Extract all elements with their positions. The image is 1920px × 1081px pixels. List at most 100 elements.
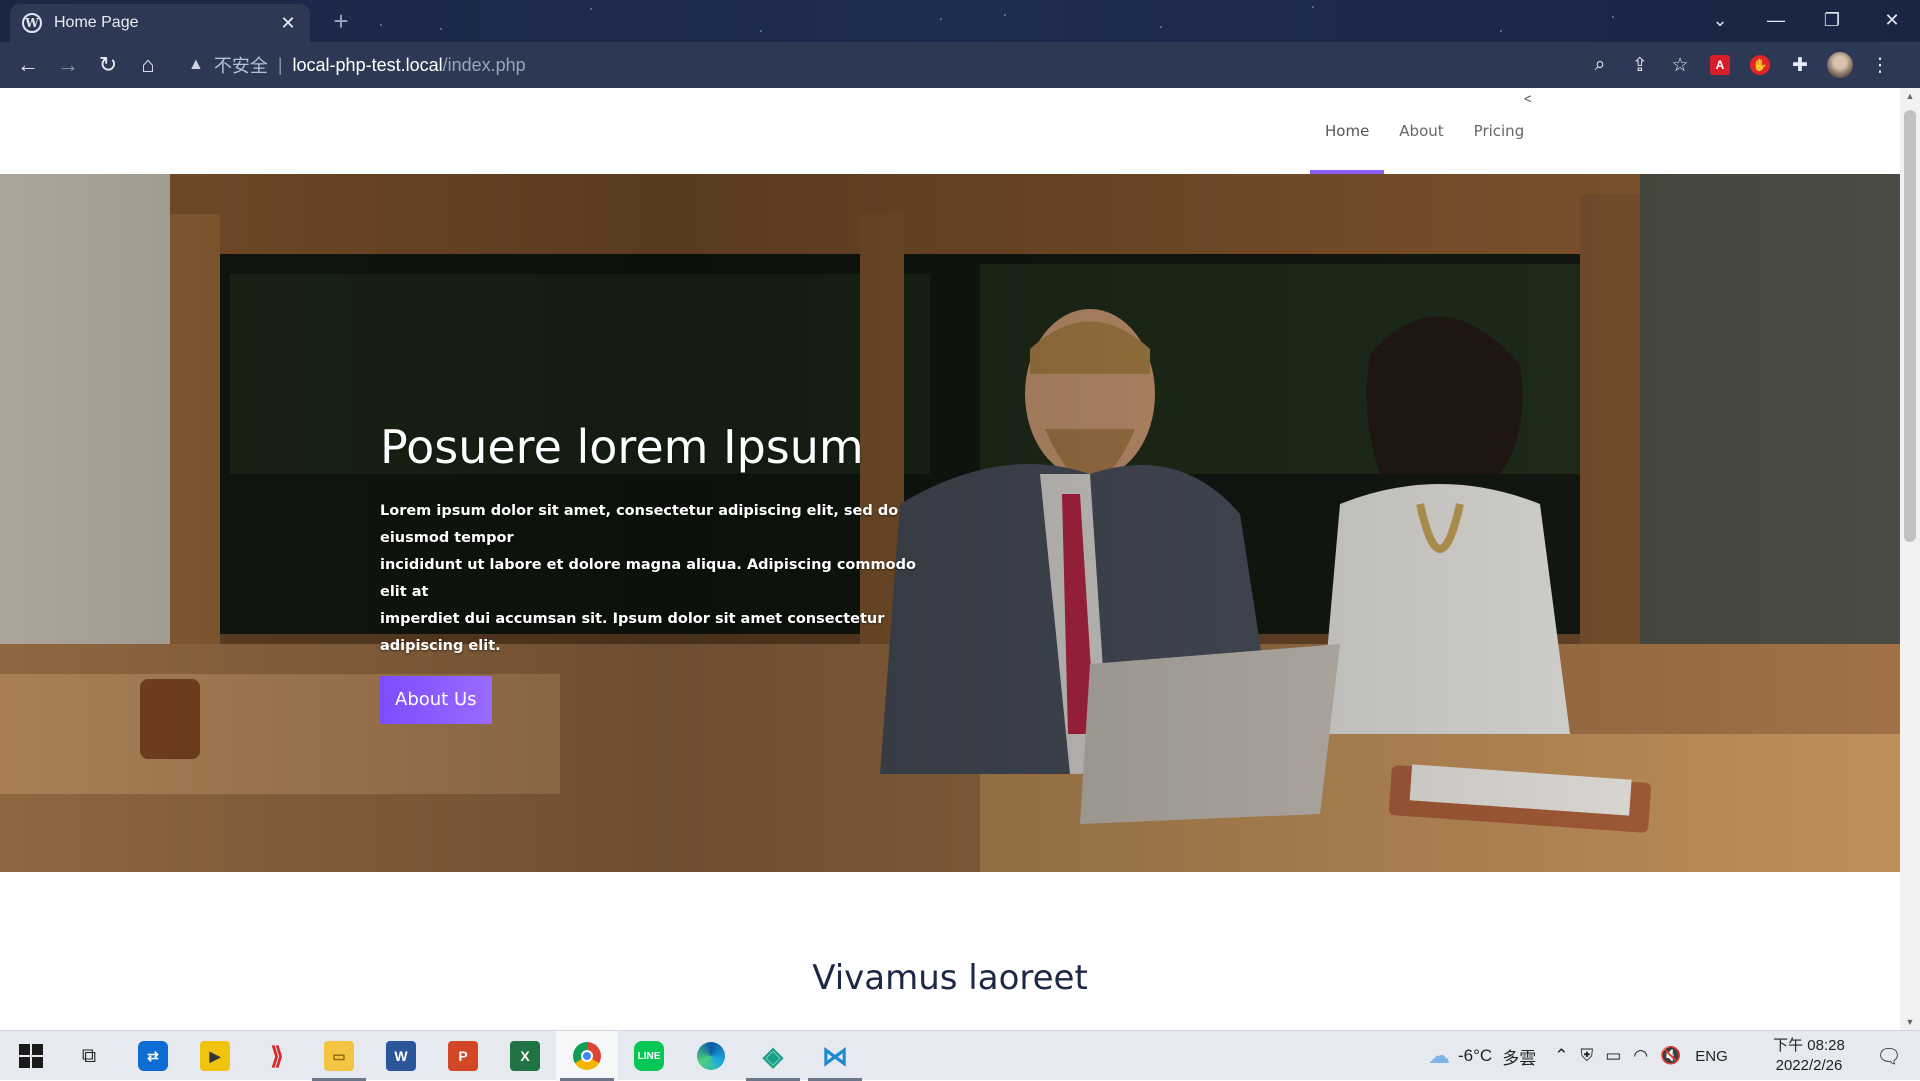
home-icon: ⌂ — [141, 52, 155, 77]
scrollbar-thumb[interactable] — [1904, 110, 1916, 542]
volume-muted-icon[interactable]: 🔇 — [1660, 1046, 1681, 1066]
clock[interactable]: 下午 08:28 2022/2/26 — [1764, 1036, 1854, 1076]
scroll-down-icon[interactable]: ▼ — [1900, 1014, 1920, 1030]
taskbar-app-line[interactable]: LINE — [618, 1031, 680, 1081]
taskbar-app-vscode[interactable]: ⋈ — [804, 1031, 866, 1081]
line-icon: LINE — [634, 1041, 664, 1071]
address-bar[interactable]: ▲ 不安全 | local-php-test.local/index.php — [176, 47, 1696, 83]
chevron-up-icon[interactable]: ⌃ — [1554, 1046, 1568, 1066]
restore-button[interactable]: ❐ — [1804, 0, 1860, 40]
chevron-down-icon: ⌄ — [1712, 9, 1728, 30]
clock-time: 下午 08:28 — [1773, 1037, 1845, 1054]
reload-button[interactable]: ↻ — [88, 45, 128, 85]
wordpress-icon: W — [22, 13, 42, 33]
main-nav: Home About Pricing — [1310, 88, 1539, 174]
arrow-left-icon: ← — [17, 52, 39, 77]
nav-about[interactable]: About — [1384, 88, 1458, 174]
url-host: local-php-test.local — [292, 54, 443, 75]
share-button[interactable]: ⇪ — [1620, 45, 1660, 85]
potplayer-icon: ▶ — [200, 1041, 230, 1071]
security-tray-icon[interactable]: ⛨ — [1580, 1046, 1593, 1066]
extensions-button[interactable]: ✚ — [1780, 45, 1820, 85]
task-view-icon: ⧉ — [81, 1044, 97, 1067]
adblock-extension[interactable]: ✋ — [1740, 45, 1780, 85]
section-title: Vivamus laoreet — [812, 958, 1088, 998]
close-icon: ✕ — [1884, 9, 1900, 30]
profile-button[interactable] — [1820, 45, 1860, 85]
menu-button[interactable]: ⋮ — [1860, 45, 1900, 85]
system-tray: ☁ -6°C 多雲 ⌃ ⛨ ▭ ◠ 🔇 ENG — [1428, 1031, 1728, 1081]
reload-icon: ↻ — [98, 52, 118, 77]
notification-center-button[interactable]: 🗨 — [1858, 1031, 1920, 1081]
start-button[interactable] — [0, 1031, 62, 1081]
wifi-icon[interactable]: ◠ — [1633, 1046, 1648, 1066]
about-us-button[interactable]: About Us — [380, 676, 492, 724]
warning-icon: ▲ — [188, 56, 204, 73]
hero-title: Posuere lorem Ipsum — [380, 420, 864, 474]
nav-home[interactable]: Home — [1310, 88, 1385, 174]
taskbar-app-excel[interactable]: X — [494, 1031, 556, 1081]
taskbar-app-word[interactable]: W — [370, 1031, 432, 1081]
app-icon: ⟫ — [270, 1042, 284, 1070]
minimize-button[interactable]: — — [1748, 0, 1804, 40]
language-indicator[interactable]: ENG — [1695, 1048, 1728, 1065]
powerpoint-icon: P — [448, 1041, 478, 1071]
toolbar-actions: ⌕ ⇪ ☆ A ✋ ✚ ⋮ — [1580, 42, 1900, 88]
nav-collapse-icon[interactable]: < — [1524, 91, 1532, 106]
teamviewer-icon: ⇄ — [138, 1041, 168, 1071]
page-scrollbar[interactable]: ▲ ▼ — [1900, 88, 1920, 1030]
weather-temp[interactable]: -6°C — [1458, 1046, 1492, 1066]
battery-icon[interactable]: ▭ — [1605, 1046, 1621, 1066]
bookmark-button[interactable]: ☆ — [1660, 45, 1700, 85]
taskbar-app-unknown[interactable]: ⟫ — [246, 1031, 308, 1081]
site-header: Home About Pricing < — [0, 88, 1900, 174]
acrobat-extension[interactable]: A — [1700, 45, 1740, 85]
close-window-button[interactable]: ✕ — [1864, 0, 1920, 40]
hero-description: Lorem ipsum dolor sit amet, consectetur … — [380, 498, 940, 660]
edge-icon — [697, 1042, 725, 1070]
taskbar-app-potplayer[interactable]: ▶ — [184, 1031, 246, 1081]
share-icon: ⇪ — [1632, 54, 1648, 76]
notification-icon: 🗨 — [1876, 1045, 1902, 1068]
star-icon: ☆ — [1671, 54, 1689, 76]
taskbar-app-chrome[interactable] — [556, 1031, 618, 1081]
forward-button[interactable]: → — [48, 45, 88, 85]
windows-taskbar: ⧉ ⇄ ▶ ⟫ ▭ W P X LINE ◈ ⋈ ☁ -6°C 多雲 ⌃ ⛨ ▭… — [0, 1030, 1920, 1081]
taskbar-app-powerpoint[interactable]: P — [432, 1031, 494, 1081]
taskbar-app-teamviewer[interactable]: ⇄ — [122, 1031, 184, 1081]
url-path: /index.php — [442, 54, 526, 75]
excel-icon: X — [510, 1041, 540, 1071]
security-label: 不安全 — [213, 56, 268, 76]
app-green-icon: ◈ — [763, 1040, 783, 1071]
zoom-button[interactable]: ⌕ — [1580, 45, 1620, 85]
hero-background-image — [0, 174, 1900, 872]
scroll-up-icon[interactable]: ▲ — [1900, 88, 1920, 104]
file-explorer-icon: ▭ — [324, 1041, 354, 1071]
chrome-icon — [573, 1042, 601, 1070]
minimize-icon: — — [1767, 9, 1785, 30]
back-button[interactable]: ← — [8, 45, 48, 85]
cloud-icon: ☁ — [1428, 1043, 1450, 1068]
new-tab-button[interactable]: + — [326, 6, 356, 36]
taskbar-app-file-explorer[interactable]: ▭ — [308, 1031, 370, 1081]
hero-text-line: Lorem ipsum dolor sit amet, consectetur … — [380, 503, 899, 546]
hero-section: Posuere lorem Ipsum Lorem ipsum dolor si… — [0, 174, 1900, 872]
page-viewport: Home About Pricing < Posuere lorem Ipsum… — [0, 88, 1900, 1030]
hero-text-line: incididunt ut labore et dolore magna ali… — [380, 557, 916, 600]
tab-search-button[interactable]: ⌄ — [1692, 0, 1748, 40]
close-tab-icon[interactable]: ✕ — [278, 13, 298, 34]
browser-tab-strip: W Home Page ✕ + ⌄ — ❐ ✕ — [0, 0, 1920, 42]
hero-content: Posuere lorem Ipsum Lorem ipsum dolor si… — [380, 420, 940, 724]
taskbar-app-green[interactable]: ◈ — [742, 1031, 804, 1081]
word-icon: W — [386, 1041, 416, 1071]
puzzle-icon: ✚ — [1792, 54, 1808, 76]
arrow-right-icon: → — [57, 52, 79, 77]
home-button[interactable]: ⌂ — [128, 45, 168, 85]
hero-text-line: imperdiet dui accumsan sit. Ipsum dolor … — [380, 611, 885, 654]
weather-desc[interactable]: 多雲 — [1502, 1044, 1536, 1069]
kebab-menu-icon: ⋮ — [1870, 54, 1890, 76]
browser-tab[interactable]: W Home Page ✕ — [10, 4, 310, 42]
task-view-button[interactable]: ⧉ — [58, 1031, 120, 1081]
windows-start-icon — [19, 1044, 43, 1068]
taskbar-app-edge[interactable] — [680, 1031, 742, 1081]
